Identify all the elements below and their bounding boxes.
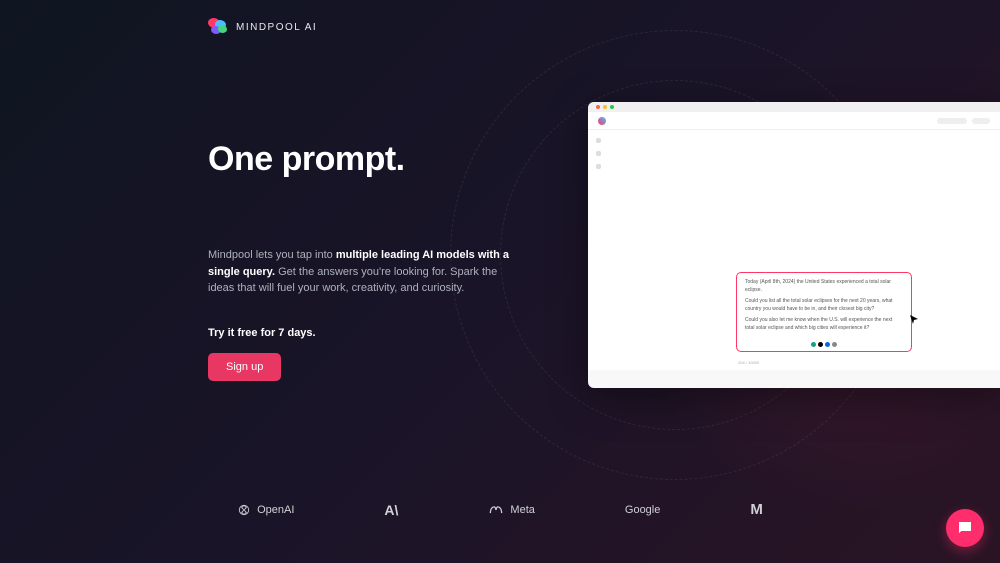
- partner-label: Google: [625, 504, 660, 516]
- trial-text: Try it free for 7 days.: [208, 327, 518, 339]
- openai-icon: [237, 503, 251, 517]
- desc-pre: Mindpool lets you tap into: [208, 249, 336, 261]
- prompt-line-1: Today (April 8th, 2024) the United State…: [745, 279, 903, 294]
- header: MINDPOOL AI: [208, 18, 317, 36]
- partner-openai: OpenAI: [237, 503, 294, 517]
- meta-icon: [488, 505, 504, 515]
- partner-meta: Meta: [488, 504, 534, 516]
- mockup-prompt-input: Today (April 8th, 2024) the United State…: [736, 272, 912, 352]
- partner-label: Meta: [510, 504, 534, 516]
- logo-icon: [208, 18, 228, 36]
- mockup-logo-icon: [598, 117, 606, 125]
- chat-button[interactable]: [946, 509, 984, 547]
- mockup-window-controls: [588, 102, 1000, 112]
- prompt-line-3: Could you also let me know when the U.S.…: [745, 317, 903, 332]
- prompt-line-2: Could you list all the total solar eclip…: [745, 298, 903, 313]
- partner-label: A\: [384, 502, 398, 518]
- mockup-sidebar: [588, 130, 608, 370]
- chat-icon: [956, 519, 974, 537]
- partner-label: OpenAI: [257, 504, 294, 516]
- signup-button[interactable]: Sign up: [208, 353, 281, 381]
- app-mockup: Today (April 8th, 2024) the United State…: [588, 102, 1000, 388]
- hero-section: One prompt. Mindpool lets you tap into m…: [208, 140, 518, 381]
- model-selector-dots: [811, 342, 837, 347]
- partners-row: OpenAI A\ Meta Google M: [0, 501, 1000, 518]
- mockup-char-count: 204 / 10000: [738, 360, 759, 365]
- mockup-header: [588, 112, 1000, 130]
- description: Mindpool lets you tap into multiple lead…: [208, 247, 518, 297]
- cursor-icon: [910, 312, 920, 322]
- brand-name: MINDPOOL AI: [236, 22, 317, 33]
- headline: One prompt.: [208, 140, 518, 179]
- partner-label: M: [750, 501, 763, 518]
- partner-anthropic: A\: [384, 502, 398, 518]
- mockup-body: Today (April 8th, 2024) the United State…: [588, 130, 1000, 370]
- partner-mistral: M: [750, 501, 763, 518]
- partner-google: Google: [625, 504, 660, 516]
